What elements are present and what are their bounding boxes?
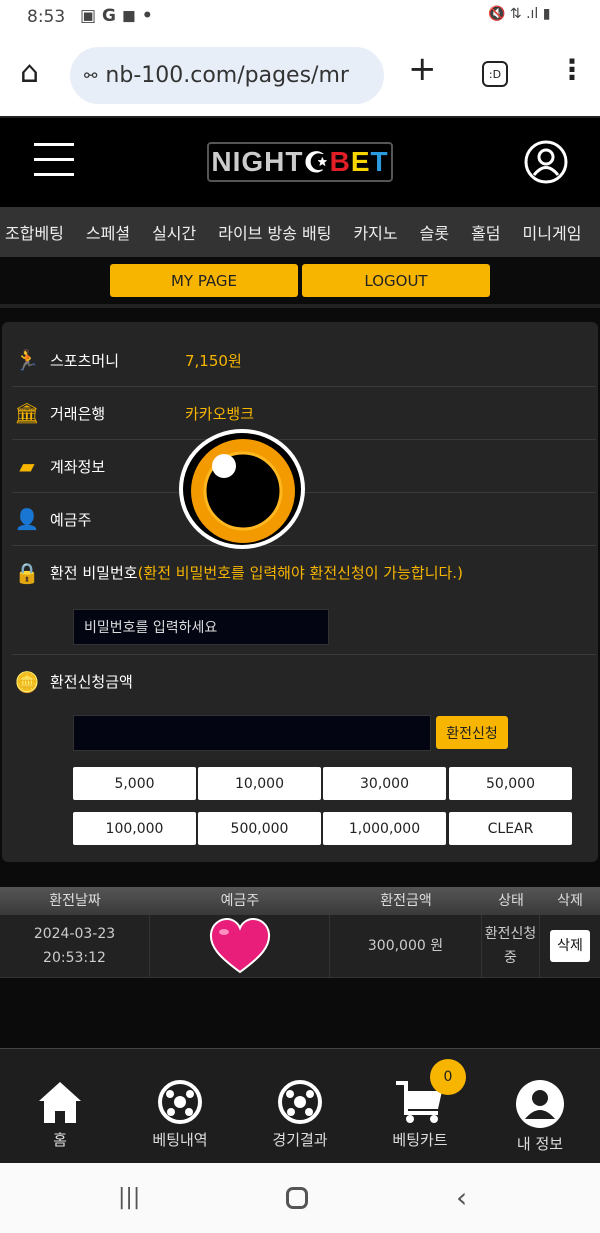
password-label: 환전 비밀번호 [50, 564, 138, 582]
my-page-button[interactable]: MY PAGE [110, 264, 298, 297]
nav-item-special[interactable]: 스페셜 [86, 220, 147, 244]
logout-button[interactable]: LOGOUT [302, 264, 490, 297]
bottom-nav-label: 베팅내역 [152, 1131, 208, 1149]
withdraw-history-table: 환전날짜 예금주 환전금액 상태 삭제 2024-03-23 20:53:12 3… [0, 887, 600, 978]
notification-icons: ▣ G ◼ • [80, 6, 153, 26]
row-date: 2024-03-23 [33, 926, 116, 942]
row-holder [150, 915, 330, 977]
col-status: 상태 [498, 893, 524, 909]
bank-value: 카카오뱅크 [185, 404, 255, 423]
running-icon: 🏃 [14, 348, 40, 372]
nav-item-slot[interactable]: 슬롯 [420, 220, 466, 244]
col-holder: 예금주 [220, 893, 260, 909]
recent-apps-icon[interactable]: ||| [118, 1185, 140, 1210]
row-status: 환전신청 중 [482, 915, 540, 977]
eye-sticker-icon [179, 429, 305, 549]
amount-label: 환전신청금액 [50, 673, 133, 691]
soccer-ball-icon [278, 1080, 322, 1124]
amount-50000-button[interactable]: 50,000 [449, 767, 572, 800]
row-time: 20:53:12 [43, 950, 106, 966]
nav-item-combo-betting[interactable]: 조합베팅 [5, 220, 81, 244]
more-menu-icon[interactable]: ⋮ [558, 53, 586, 86]
row-datetime: 2024-03-23 20:53:12 [0, 915, 150, 977]
bottom-nav-label: 경기결과 [272, 1131, 328, 1149]
bottom-nav-label: 베팅카트 [392, 1131, 448, 1149]
bottom-nav-my-info[interactable]: 내 정보 [480, 1049, 600, 1163]
sports-money-row: 🏃 스포츠머니 7,150원 [12, 334, 596, 387]
col-amount: 환전금액 [380, 893, 432, 909]
amount-1000000-button[interactable]: 1,000,000 [323, 812, 446, 845]
amount-30000-button[interactable]: 30,000 [323, 767, 446, 800]
amount-500000-button[interactable]: 500,000 [198, 812, 321, 845]
new-tab-icon[interactable]: + [408, 49, 437, 89]
withdraw-request-button[interactable]: 환전신청 [436, 716, 508, 749]
nav-item-minigame[interactable]: 미니게임 [523, 220, 599, 244]
home-button-icon[interactable] [286, 1187, 308, 1209]
col-delete: 삭제 [557, 893, 583, 909]
profile-icon [516, 1080, 564, 1128]
person-icon: 👤 [14, 507, 40, 531]
bank-icon: 🏛 [14, 401, 40, 425]
table-row: 2024-03-23 20:53:12 300,000 원 환전신청 중 삭제 [0, 915, 600, 978]
amount-5000-button[interactable]: 5,000 [73, 767, 196, 800]
site-settings-icon[interactable]: ⚯ [84, 66, 97, 85]
url-text: nb-100.com/pages/mr [105, 63, 349, 88]
nav-item-casino[interactable]: 카지노 [353, 220, 414, 244]
home-icon[interactable]: ⌂ [20, 55, 39, 90]
wallet-icon: ▰ [19, 454, 35, 478]
password-input[interactable]: 비밀번호를 입력하세요 [73, 609, 329, 645]
clock: 8:53 [27, 7, 66, 27]
user-account-icon[interactable] [524, 140, 568, 184]
row-amount: 300,000 원 [330, 915, 482, 977]
android-nav-bar: ||| ‹ [0, 1163, 600, 1233]
clear-button[interactable]: CLEAR [449, 812, 572, 845]
col-date: 환전날짜 [49, 893, 101, 909]
password-row: 🔒 환전 비밀번호 (환전 비밀번호를 입력해야 환전신청이 가능합니다.) [12, 546, 596, 599]
bottom-nav-results[interactable]: 경기결과 [240, 1049, 360, 1163]
account-label: 계좌정보 [50, 457, 106, 476]
bottom-nav-home[interactable]: 홈 [0, 1049, 120, 1163]
divider [0, 304, 600, 308]
bottom-nav-betting-history[interactable]: 베팅내역 [120, 1049, 240, 1163]
category-nav: 조합베팅 스페셜 실시간 라이브 방송 배팅 카지노 슬롯 홀덤 미니게임 [0, 207, 600, 257]
nav-item-live-broadcast[interactable]: 라이브 방송 배팅 [218, 220, 348, 244]
coins-icon: 🪙 [14, 669, 40, 694]
heart-sticker-icon [209, 918, 270, 974]
bottom-nav: 홈 베팅내역 경기결과 베팅카트 0 내 정보 [0, 1048, 600, 1163]
lock-icon: 🔒 [14, 560, 40, 585]
amount-row: 🪙 환전신청금액 [12, 655, 596, 708]
site-logo[interactable]: NIGHT ☪ B E T [207, 142, 393, 182]
site-header: NIGHT ☪ B E T [0, 118, 600, 207]
sports-money-value: 7,150원 [185, 351, 242, 370]
amount-10000-button[interactable]: 10,000 [198, 767, 321, 800]
nav-item-live[interactable]: 실시간 [152, 220, 213, 244]
table-header: 환전날짜 예금주 환전금액 상태 삭제 [0, 887, 600, 915]
bottom-nav-label: 내 정보 [516, 1135, 564, 1153]
browser-toolbar: ⌂ ⚯ nb-100.com/pages/mr + :D ⋮ [0, 35, 600, 118]
delete-button[interactable]: 삭제 [550, 930, 590, 962]
soccer-ball-icon [158, 1080, 202, 1124]
nav-item-holdem[interactable]: 홀덤 [471, 220, 517, 244]
cart-badge: 0 [430, 1059, 466, 1095]
hamburger-menu-icon[interactable] [34, 143, 74, 176]
sports-money-label: 스포츠머니 [50, 351, 120, 370]
withdraw-panel: 🏃 스포츠머니 7,150원 🏛 거래은행 카카오뱅크 ▰ 계좌정보 👤 예금주… [2, 322, 598, 862]
password-note: (환전 비밀번호를 입력해야 환전신청이 가능합니다.) [137, 564, 463, 582]
bottom-nav-label: 홈 [53, 1131, 67, 1149]
system-icons: 🔇 ⇅ .ıl ▮ [488, 6, 551, 22]
status-bar: 8:53 ▣ G ◼ • 🔇 ⇅ .ıl ▮ [0, 0, 600, 35]
bottom-nav-bet-cart[interactable]: 베팅카트 0 [360, 1049, 480, 1163]
amount-100000-button[interactable]: 100,000 [73, 812, 196, 845]
address-bar[interactable]: ⚯ nb-100.com/pages/mr [70, 47, 384, 104]
bank-label: 거래은행 [50, 404, 106, 423]
back-icon[interactable]: ‹ [456, 1181, 467, 1214]
home-icon [39, 1082, 81, 1123]
holder-label: 예금주 [50, 510, 92, 529]
tab-switcher-button[interactable]: :D [482, 61, 508, 87]
amount-input[interactable] [73, 715, 431, 751]
